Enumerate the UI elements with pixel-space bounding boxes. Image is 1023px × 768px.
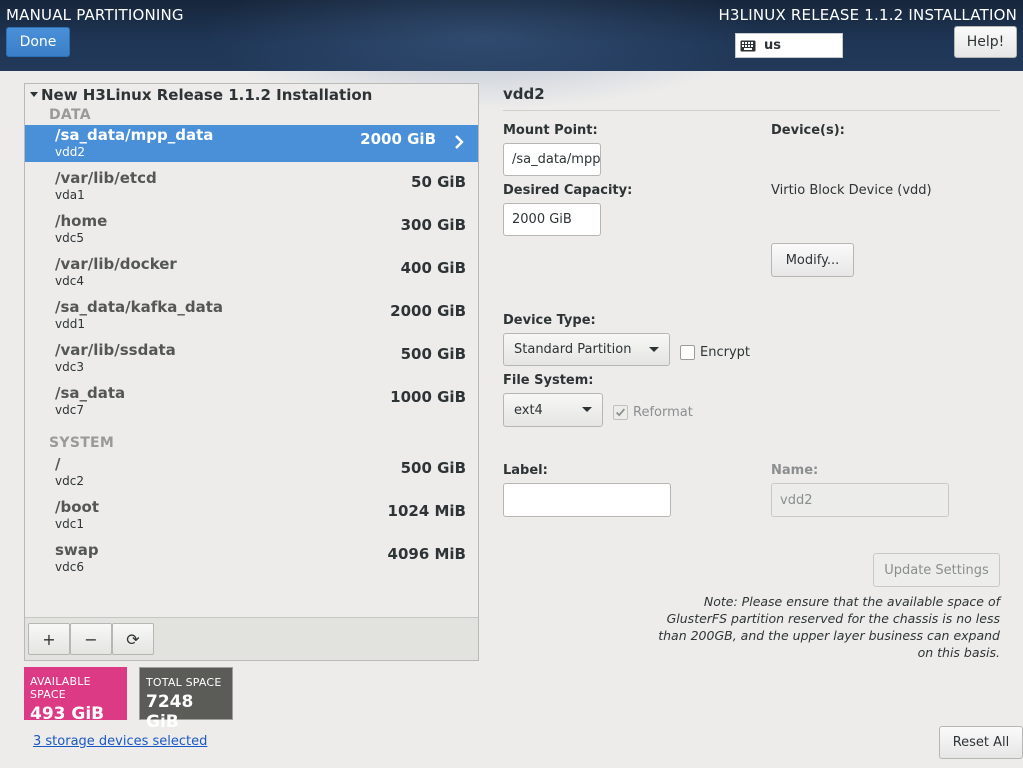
partition-device: vdc1 <box>55 517 84 531</box>
help-button[interactable]: Help! <box>954 26 1017 58</box>
header-bar: MANUAL PARTITIONING H3LINUX RELEASE 1.1.… <box>0 0 1023 110</box>
partition-size: 500 GiB <box>400 459 466 477</box>
device-type-select[interactable]: Standard Partition <box>503 333 670 366</box>
keyboard-layout-indicator[interactable]: us <box>735 33 843 58</box>
keyboard-icon <box>740 40 756 51</box>
partition-mount-point: /var/lib/etcd <box>55 169 157 187</box>
collapse-arrow-icon[interactable] <box>30 92 38 97</box>
chevron-down-icon <box>582 407 592 412</box>
partition-device: vdc7 <box>55 403 84 417</box>
selected-partition-title: vdd2 <box>503 85 545 103</box>
partition-mount-point: /sa_data/kafka_data <box>55 298 224 316</box>
mount-point-label: Mount Point: <box>503 123 598 138</box>
modify-button[interactable]: Modify... <box>771 243 854 277</box>
partition-row[interactable]: /sa_data/mpp_data vdd2 2000 GiB <box>25 125 478 162</box>
partition-note: Note: Please ensure that the available s… <box>658 594 1000 660</box>
checkmark-icon <box>615 408 626 417</box>
plus-icon: + <box>42 629 56 649</box>
partition-row[interactable]: /var/lib/ssdata vdc3 500 GiB <box>25 340 478 377</box>
title-divider <box>503 110 1000 111</box>
partition-device: vdc2 <box>55 474 84 488</box>
partition-device: vdd1 <box>55 317 85 331</box>
device-type-value: Standard Partition <box>514 342 632 357</box>
mount-point-input[interactable]: /sa_data/mpp <box>503 143 601 176</box>
partition-row[interactable]: /home vdc5 300 GiB <box>25 211 478 248</box>
partition-mount-point: swap <box>55 541 99 559</box>
desired-capacity-input[interactable]: 2000 GiB <box>503 203 601 236</box>
partition-size: 1000 GiB <box>390 388 466 406</box>
partition-mount-point: /var/lib/docker <box>55 255 177 273</box>
done-button[interactable]: Done <box>6 27 70 57</box>
partition-row[interactable]: / vdc2 500 GiB <box>25 454 478 491</box>
storage-devices-link[interactable]: 3 storage devices selected <box>33 734 207 749</box>
partition-size: 500 GiB <box>400 345 466 363</box>
total-space-label: TOTAL SPACE <box>146 676 222 689</box>
partition-device: vdd2 <box>55 145 85 159</box>
chevron-down-icon <box>649 347 659 352</box>
checkbox-box <box>680 345 695 360</box>
remove-partition-button[interactable]: − <box>70 623 112 655</box>
partition-size: 50 GiB <box>411 173 466 191</box>
encrypt-label: Encrypt <box>700 345 750 360</box>
refresh-button[interactable]: ⟳ <box>112 623 154 655</box>
section-label-data: DATA <box>49 107 91 123</box>
partition-row[interactable]: /sa_data/kafka_data vdd1 2000 GiB <box>25 297 478 334</box>
partition-tree-panel: New H3Linux Release 1.1.2 Installation D… <box>24 83 479 661</box>
available-space-tile: AVAILABLE SPACE 493 GiB <box>24 667 127 724</box>
reformat-checkbox[interactable]: Reformat <box>613 405 693 420</box>
file-system-value: ext4 <box>514 402 543 418</box>
name-field-label: Name: <box>771 463 819 478</box>
partition-row[interactable]: /var/lib/docker vdc4 400 GiB <box>25 254 478 291</box>
partition-device: vdc5 <box>55 231 84 245</box>
partition-row[interactable]: /boot vdc1 1024 MiB <box>25 497 478 534</box>
partition-size: 2000 GiB <box>390 302 466 320</box>
label-field-label: Label: <box>503 463 548 478</box>
reset-all-button[interactable]: Reset All <box>939 726 1023 759</box>
file-system-label: File System: <box>503 373 594 388</box>
partition-device: vda1 <box>55 188 85 202</box>
product-title: H3LINUX RELEASE 1.1.2 INSTALLATION <box>718 6 1017 24</box>
page-title: MANUAL PARTITIONING <box>6 6 184 24</box>
partition-size: 400 GiB <box>400 259 466 277</box>
refresh-icon: ⟳ <box>126 629 140 649</box>
partition-row[interactable]: swap vdc6 4096 MiB <box>25 540 478 577</box>
total-space-value: 7248 GiB <box>146 692 194 732</box>
devices-label: Device(s): <box>771 123 845 138</box>
partition-device: vdc6 <box>55 560 84 574</box>
desired-capacity-label: Desired Capacity: <box>503 183 633 198</box>
partition-size: 2000 GiB <box>360 130 436 148</box>
update-settings-button[interactable]: Update Settings <box>873 553 1000 587</box>
file-system-select[interactable]: ext4 <box>503 393 603 427</box>
partition-mount-point: /sa_data/mpp_data <box>55 126 214 144</box>
checkbox-box <box>613 405 628 420</box>
minus-icon: − <box>84 629 98 649</box>
keyboard-layout-label: us <box>764 38 781 53</box>
partition-size: 300 GiB <box>400 216 466 234</box>
name-input[interactable]: vdd2 <box>771 483 949 517</box>
total-space-tile: TOTAL SPACE 7248 GiB <box>139 667 233 732</box>
partition-device: vdc4 <box>55 274 84 288</box>
device-type-label: Device Type: <box>503 313 596 328</box>
label-input[interactable] <box>503 483 671 517</box>
available-space-label: AVAILABLE SPACE <box>30 675 91 701</box>
partition-size: 1024 MiB <box>387 502 466 520</box>
partition-mount-point: /var/lib/ssdata <box>55 341 176 359</box>
installation-root-label[interactable]: New H3Linux Release 1.1.2 Installation <box>41 86 372 104</box>
device-name: Virtio Block Device (vdd) <box>771 183 932 198</box>
partition-mount-point: /boot <box>55 498 99 516</box>
partition-size: 4096 MiB <box>387 545 466 563</box>
tree-toolbar: + − ⟳ <box>25 617 478 660</box>
chevron-right-icon <box>455 135 464 149</box>
partition-device: vdc3 <box>55 360 84 374</box>
reformat-label: Reformat <box>633 405 693 420</box>
encrypt-checkbox[interactable]: Encrypt <box>680 345 750 360</box>
partition-mount-point: /home <box>55 212 108 230</box>
available-space-value: 493 GiB <box>30 704 105 724</box>
partition-row[interactable]: /var/lib/etcd vda1 50 GiB <box>25 168 478 205</box>
partition-row[interactable]: /sa_data vdc7 1000 GiB <box>25 383 478 420</box>
partition-mount-point: /sa_data <box>55 384 126 402</box>
partition-mount-point: / <box>55 455 61 473</box>
section-label-system: SYSTEM <box>49 435 115 451</box>
add-partition-button[interactable]: + <box>28 623 70 655</box>
